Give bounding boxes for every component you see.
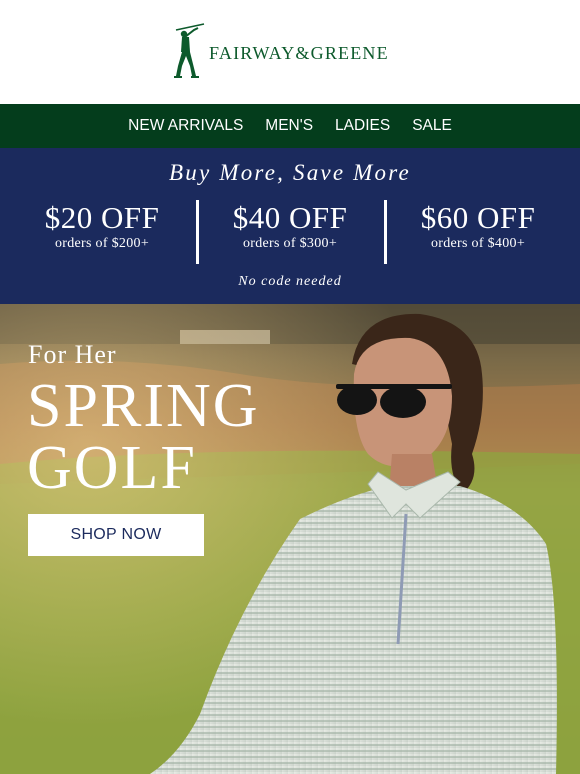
- email-page: FAIRWAY&GREENE NEW ARRIVALS MEN'S LADIES…: [0, 0, 580, 774]
- hero-title-line-2: GOLF: [27, 434, 197, 502]
- offer-condition: orders of $300+: [242, 236, 338, 251]
- hero-kicker: For Her: [28, 340, 117, 369]
- nav-item-mens[interactable]: MEN'S: [265, 117, 313, 135]
- shop-now-button[interactable]: SHOP NOW: [28, 514, 204, 556]
- offer-condition: orders of $200+: [54, 236, 150, 251]
- nav-item-ladies[interactable]: LADIES: [335, 117, 390, 135]
- offer-tier: $60 OFF orders of $400+: [384, 200, 572, 266]
- offer-tier: $40 OFF orders of $300+: [196, 200, 384, 266]
- promo-note: No code needed: [238, 274, 342, 289]
- offer-list: $20 OFF orders of $200+ $40 OFF orders o…: [8, 200, 572, 266]
- promo-banner[interactable]: Buy More, Save More $20 OFF orders of $2…: [0, 148, 580, 304]
- nav-item-sale[interactable]: SALE: [412, 117, 452, 135]
- brand-wordmark[interactable]: FAIRWAY&GREENE: [209, 43, 389, 64]
- email-header: FAIRWAY&GREENE: [0, 0, 580, 104]
- nav-item-new-arrivals[interactable]: NEW ARRIVALS: [128, 117, 243, 135]
- hero-title-line-1: SPRING: [27, 372, 260, 440]
- main-nav: NEW ARRIVALS MEN'S LADIES SALE: [0, 104, 580, 148]
- offer-amount: $40 OFF: [232, 200, 348, 235]
- offer-tier: $20 OFF orders of $200+: [8, 200, 196, 266]
- hero-banner[interactable]: For Her SPRING GOLF SHOP NOW: [0, 304, 580, 774]
- offer-condition: orders of $400+: [430, 236, 526, 251]
- golfer-logo-icon[interactable]: [172, 22, 208, 80]
- offer-amount: $20 OFF: [44, 200, 160, 235]
- promo-title: Buy More, Save More: [169, 160, 411, 185]
- offer-amount: $60 OFF: [420, 200, 536, 235]
